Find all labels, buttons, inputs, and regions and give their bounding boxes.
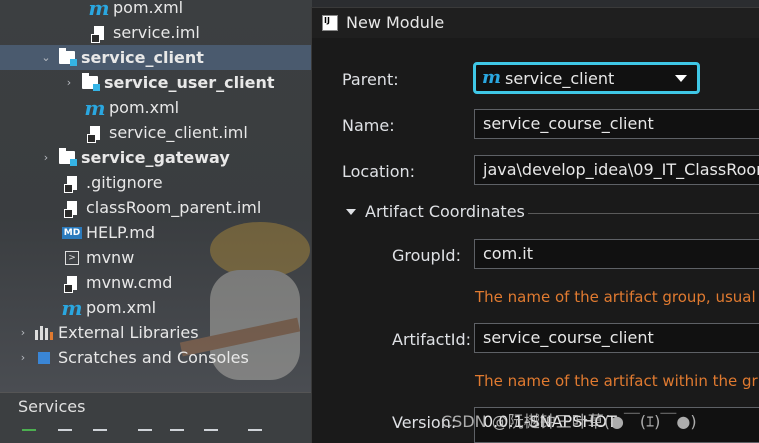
markdown-icon: MD [61, 226, 83, 239]
module-file-icon [86, 124, 104, 143]
maven-icon: m [61, 295, 83, 320]
module-folder-icon [58, 148, 77, 167]
artifactid-field[interactable]: service_course_client [474, 323, 759, 353]
library-icon [35, 324, 53, 342]
services-title: Services [18, 397, 86, 416]
module-folder-icon [58, 48, 77, 67]
tree-item-label: mvnw [86, 248, 135, 267]
project-tree: m pom.xml service.iml ⌄ service_client ›… [0, 0, 312, 392]
add-service-icon[interactable] [204, 429, 218, 439]
intellij-logo-icon [322, 15, 338, 31]
tree-item-pom-xml[interactable]: m pom.xml [0, 95, 312, 120]
tree-item-gitignore[interactable]: .gitignore [0, 170, 312, 195]
tree-item-service-gateway[interactable]: › service_gateway [0, 145, 312, 170]
tree-item-label: service_user_client [104, 73, 275, 92]
new-module-dialog: New Module Parent: m service_client Name… [311, 7, 759, 443]
gitignore-icon [63, 174, 81, 193]
tree-item-label: External Libraries [58, 323, 199, 342]
parent-label: Parent: [342, 70, 399, 89]
chevron-right-icon[interactable]: › [63, 76, 75, 89]
tree-item-label: service_gateway [81, 148, 230, 167]
location-label: Location: [342, 162, 416, 181]
collapse-triangle-icon [346, 208, 356, 215]
module-folder-icon [81, 73, 100, 92]
maven-icon: m [88, 0, 110, 20]
group-icon[interactable] [138, 429, 152, 439]
parent-select-value: service_client [505, 68, 615, 88]
tree-item-label: pom.xml [113, 0, 184, 17]
collapse-all-icon[interactable] [93, 429, 107, 439]
tree-item-label: service.iml [113, 23, 200, 42]
tree-item-service-client[interactable]: ⌄ service_client [0, 45, 312, 70]
tree-item-label: service_client.iml [109, 123, 248, 142]
tree-item-external-libraries[interactable]: › External Libraries [0, 320, 312, 345]
tree-item-label: HELP.md [86, 223, 156, 242]
chevron-right-icon[interactable]: › [17, 351, 29, 364]
rerun-icon[interactable] [22, 429, 36, 439]
artifactid-label: ArtifactId: [392, 330, 472, 349]
terminal-icon: > [63, 249, 81, 267]
tree-item-service-client-iml[interactable]: service_client.iml [0, 120, 312, 145]
tree-item-classroom-parent-iml[interactable]: classRoom_parent.iml [0, 195, 312, 220]
tree-item-label: pom.xml [109, 98, 180, 117]
dialog-title-bar[interactable]: New Module [312, 8, 759, 38]
module-file-icon [63, 199, 81, 218]
tree-item-scratches[interactable]: › Scratches and Consoles [0, 345, 312, 370]
artifactid-hint: The name of the artifact within the gr [475, 372, 758, 390]
tree-item-mvnw[interactable]: > mvnw [0, 245, 312, 270]
groupid-field[interactable]: com.it [474, 239, 759, 269]
expand-all-icon[interactable] [58, 429, 72, 439]
scratches-icon [35, 349, 53, 367]
groupid-label: GroupId: [392, 246, 461, 265]
location-field[interactable]: java\develop_idea\09_IT_ClassRoom\ [474, 155, 759, 185]
tree-item-pom-xml[interactable]: m pom.xml [0, 295, 312, 320]
tree-item-help-md[interactable]: MD HELP.md [0, 220, 312, 245]
filter-icon[interactable] [170, 429, 184, 439]
artifact-coordinates-label: Artifact Coordinates [365, 202, 525, 221]
tree-item-label: classRoom_parent.iml [86, 198, 262, 217]
tree-item-service-iml[interactable]: service.iml [0, 20, 312, 45]
tree-item-label: Scratches and Consoles [58, 348, 249, 367]
watermark: CSDN @阮樾钟三叶草(●￣(ｴ)￣●) [441, 412, 697, 431]
tree-item-service-user-client[interactable]: › service_user_client [0, 70, 312, 95]
tree-item-label: mvnw.cmd [86, 273, 173, 292]
module-file-icon [63, 274, 81, 293]
tree-item-mvnw-cmd[interactable]: mvnw.cmd [0, 270, 312, 295]
tree-item-label: .gitignore [86, 173, 163, 192]
maven-icon: m [482, 67, 502, 88]
tree-item-pom-xml[interactable]: m pom.xml [0, 0, 312, 20]
name-label: Name: [342, 116, 395, 135]
maven-icon: m [84, 95, 106, 120]
chevron-right-icon[interactable]: › [40, 151, 52, 164]
chevron-down-icon[interactable]: ⌄ [40, 51, 52, 64]
parent-select[interactable]: m service_client [473, 62, 700, 94]
section-divider [528, 213, 759, 214]
artifact-coordinates-toggle[interactable]: Artifact Coordinates [346, 202, 525, 221]
name-field[interactable]: service_course_client [474, 109, 759, 139]
tree-item-label: service_client [81, 48, 204, 67]
tree-item-label: pom.xml [86, 298, 157, 317]
chevron-right-icon[interactable]: › [17, 326, 29, 339]
services-panel: Services [0, 392, 312, 443]
dialog-title: New Module [346, 13, 445, 32]
chevron-down-icon [675, 75, 687, 82]
plus-icon[interactable] [248, 429, 262, 439]
module-file-icon [90, 24, 108, 43]
groupid-hint: The name of the artifact group, usual [475, 288, 756, 306]
